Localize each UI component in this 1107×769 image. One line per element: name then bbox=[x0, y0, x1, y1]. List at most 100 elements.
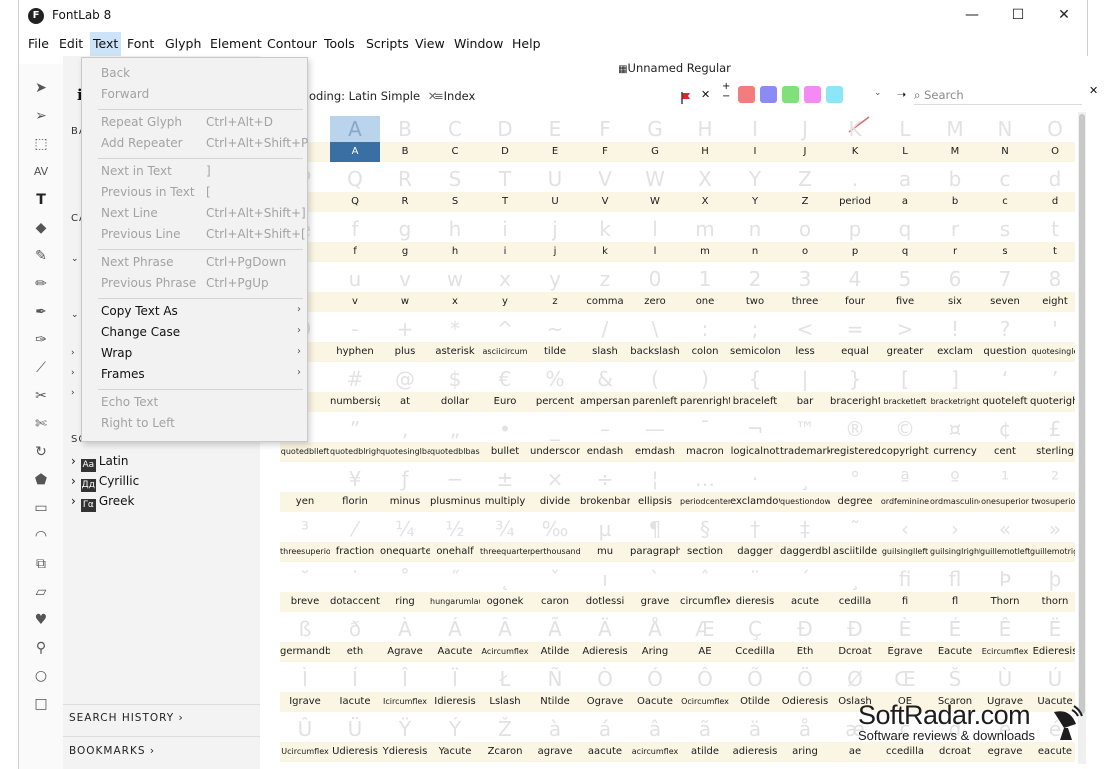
script-item-cyrillic[interactable]: › Дд Cyrillic bbox=[71, 474, 139, 492]
rapid-pen-icon[interactable]: ⟋ bbox=[33, 360, 49, 376]
glyph-cell[interactable]: ™ trademark bbox=[780, 412, 830, 462]
glyph-cell[interactable]: Ó Oacute bbox=[630, 662, 680, 712]
glyph-cell[interactable]: ff bbox=[330, 212, 380, 262]
glyph-cell[interactable]: ˘ breve bbox=[280, 562, 330, 612]
glyph-cell[interactable]: < less bbox=[780, 312, 830, 362]
bookmarks-toggle[interactable]: BOOKMARKS › bbox=[69, 745, 155, 757]
search-history-toggle[interactable]: SEARCH HISTORY › bbox=[69, 712, 184, 724]
menu-item-wrap[interactable]: Wrap › bbox=[82, 344, 307, 365]
glyph-cell[interactable]: Ü Udieresis bbox=[330, 712, 380, 762]
glyph-cell[interactable]: + plus bbox=[380, 312, 430, 362]
glyph-cell[interactable]: HH bbox=[680, 112, 730, 162]
color-swatch[interactable] bbox=[760, 86, 777, 103]
glyph-cell[interactable]: Æ AE bbox=[680, 612, 730, 662]
glyph-cell[interactable]: [bracketleft bbox=[880, 362, 930, 412]
glyph-cell[interactable]: ã atilde bbox=[680, 712, 730, 762]
menu-element[interactable]: Element bbox=[210, 36, 262, 51]
chevron-right-icon[interactable]: › bbox=[71, 454, 76, 468]
glyph-cell[interactable]: AA bbox=[330, 112, 380, 162]
glyph-cell[interactable]: › guilsinglright bbox=[930, 512, 980, 562]
glyph-cell[interactable]: 0 zero bbox=[630, 262, 680, 312]
chevron-down-icon[interactable]: ⌄ bbox=[874, 88, 882, 98]
glyph-cell[interactable]: Ð Dcroat bbox=[830, 612, 880, 662]
menu-font[interactable]: Font bbox=[127, 36, 154, 51]
chevron-right-icon[interactable]: › bbox=[71, 494, 76, 508]
menu-item-change-case[interactable]: Change Case › bbox=[82, 323, 307, 344]
glyph-cell[interactable]: wx bbox=[430, 262, 480, 312]
glyph-cell[interactable]: MM bbox=[930, 112, 980, 162]
color-swatch[interactable] bbox=[738, 86, 755, 103]
glyph-cell[interactable]: OO bbox=[1030, 112, 1075, 162]
glyph-cell[interactable]: É Eacute bbox=[930, 612, 980, 662]
glyph-cell[interactable]: ² twosuperior bbox=[1030, 462, 1075, 512]
menu-text[interactable]: Text bbox=[90, 32, 122, 56]
glyph-cell[interactable]: Ï Idieresis bbox=[430, 662, 480, 712]
glyph-cell[interactable]: ‘quoteleft bbox=[980, 362, 1030, 412]
glyph-cell[interactable]: dd bbox=[1030, 162, 1075, 212]
ruler-icon[interactable]: ▭ bbox=[33, 500, 49, 516]
glyph-cell[interactable]: mm bbox=[680, 212, 730, 262]
glyph-cell[interactable]: Î Icircumflex bbox=[380, 662, 430, 712]
glyph-cell[interactable]: xy bbox=[480, 262, 530, 312]
menu-contour[interactable]: Contour bbox=[267, 36, 317, 51]
glyph-cell[interactable]: yz bbox=[530, 262, 580, 312]
chevron-right-icon[interactable]: › bbox=[71, 388, 75, 398]
glyph-cell[interactable]: ' quotesingle bbox=[1030, 312, 1075, 362]
scrollbar-thumb[interactable] bbox=[1079, 114, 1085, 714]
glyph-cell[interactable]: ’quoteright bbox=[1030, 362, 1075, 412]
glyph-cell[interactable]: ; semicolon bbox=[730, 312, 780, 362]
glyph-cell[interactable]: @ at bbox=[380, 362, 430, 412]
glyph-cell[interactable]: FF bbox=[580, 112, 630, 162]
glyph-cell[interactable]: Û Ucircumflex bbox=[280, 712, 330, 762]
glyph-cell[interactable]: ¸ cedilla bbox=[830, 562, 880, 612]
glyph-cell[interactable]: ¤ currency bbox=[930, 412, 980, 462]
clear-flag-icon[interactable]: ✕ bbox=[701, 88, 710, 101]
glyph-cell[interactable]: ‰ perthousand bbox=[530, 512, 580, 562]
glyph-cell[interactable]: aa bbox=[880, 162, 930, 212]
glyph-cell[interactable]: × divide bbox=[530, 462, 580, 512]
glyph-cell[interactable]: ½ onehalf bbox=[430, 512, 480, 562]
glyph-cell[interactable]: ) parenright bbox=[680, 362, 730, 412]
menu-scripts[interactable]: Scripts bbox=[366, 36, 409, 51]
glyph-cell[interactable]: LL bbox=[880, 112, 930, 162]
glyph-cell[interactable]: II bbox=[730, 112, 780, 162]
glyph-cell[interactable]: ] bracketright bbox=[930, 362, 980, 412]
glyph-cell[interactable]: &ampersand bbox=[580, 362, 630, 412]
glyph-cell[interactable]: ? question bbox=[980, 312, 1030, 362]
chevron-down-icon[interactable]: ⌄ bbox=[71, 254, 79, 264]
glyph-cell[interactable]: È Egrave bbox=[880, 612, 930, 662]
glyph-cell[interactable]: ä adieresis bbox=[730, 712, 780, 762]
glyph-cell[interactable]: Â Acircumflex bbox=[480, 612, 530, 662]
glyph-cell[interactable]: z comma bbox=[580, 262, 630, 312]
glyph-cell[interactable]: vw bbox=[380, 262, 430, 312]
glyph-cell[interactable]: ˙ dotaccent bbox=[330, 562, 380, 612]
menu-item-copy-text-as[interactable]: Copy Text As › bbox=[82, 302, 307, 323]
close-button[interactable]: ✕ bbox=[1041, 0, 1087, 30]
glyph-cell[interactable]: 7 seven bbox=[980, 262, 1030, 312]
contour-pointer-icon[interactable]: ➢ bbox=[33, 108, 49, 124]
menu-tools[interactable]: Tools bbox=[324, 36, 355, 51]
eyedropper-icon[interactable]: ⚲ bbox=[33, 640, 49, 656]
eraser-icon[interactable]: ◆ bbox=[33, 220, 49, 236]
glyph-cell[interactable]: € Euro bbox=[480, 362, 530, 412]
glyph-cell[interactable]: ¾ threequarters bbox=[480, 512, 530, 562]
glyph-cell[interactable]: Ç Ccedilla bbox=[730, 612, 780, 662]
maximize-button[interactable]: ☐ bbox=[995, 0, 1041, 30]
glyph-cell[interactable]: 5 five bbox=[880, 262, 930, 312]
glyph-cell[interactable]: . period bbox=[830, 162, 880, 212]
glyph-cell[interactable]: nn bbox=[730, 212, 780, 262]
glyph-cell[interactable]: † dagger bbox=[730, 512, 780, 562]
glyph-cell[interactable]: EE bbox=[530, 112, 580, 162]
chevron-down-icon[interactable]: ⌄ bbox=[71, 310, 79, 320]
bezier-pen-icon[interactable]: ✑ bbox=[33, 332, 49, 348]
glyph-cell[interactable]: 3 three bbox=[780, 262, 830, 312]
glyph-cell[interactable]: cc bbox=[980, 162, 1030, 212]
glyph-cell[interactable]: (parenleft bbox=[630, 362, 680, 412]
glyph-cell[interactable]: ˇ caron bbox=[530, 562, 580, 612]
glyph-cell[interactable]: – endash bbox=[580, 412, 630, 462]
vertical-scrollbar[interactable] bbox=[1078, 112, 1086, 764]
menu-glyph[interactable]: Glyph bbox=[165, 36, 201, 51]
menu-item-frames[interactable]: Frames › bbox=[82, 365, 307, 386]
glyph-cell[interactable]: ~ tilde bbox=[530, 312, 580, 362]
glyph-cell[interactable]: WW bbox=[630, 162, 680, 212]
